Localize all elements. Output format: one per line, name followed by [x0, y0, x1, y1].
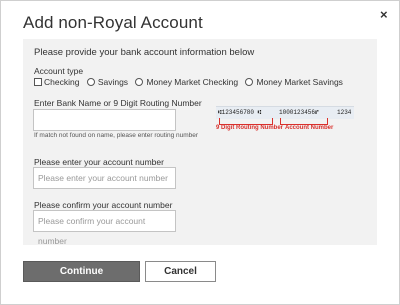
checking-checkbox[interactable] [34, 78, 42, 86]
close-icon[interactable]: × [380, 7, 388, 22]
bank-name-input[interactable] [33, 109, 176, 131]
option-savings[interactable]: Savings [86, 77, 129, 87]
money-market-savings-radio[interactable] [245, 78, 254, 86]
routing-bracket [219, 118, 273, 125]
account-number-input[interactable]: Please enter your account number [33, 167, 176, 189]
savings-radio[interactable] [86, 78, 95, 86]
option-mm-savings-label: Money Market Savings [256, 77, 343, 87]
option-money-market-savings[interactable]: Money Market Savings [245, 77, 343, 87]
add-account-dialog: Add non-Royal Account × Please provide y… [0, 0, 400, 305]
account-number-label: Please enter your account number [34, 157, 164, 167]
bank-info-panel: Please provide your bank account informa… [23, 39, 377, 246]
bank-name-hint: If match not found on name, please enter… [34, 132, 199, 139]
account-number-caption: Account Number [285, 125, 334, 131]
option-checking[interactable]: Checking [34, 77, 79, 87]
option-checking-label: Checking [44, 77, 80, 87]
option-savings-label: Savings [97, 77, 129, 87]
cancel-button[interactable]: Cancel [145, 261, 216, 282]
dialog-title: Add non-Royal Account [23, 13, 203, 32]
bank-name-label: Enter Bank Name or 9 Digit Routing Numbe… [34, 98, 202, 108]
account-type-label: Account type [34, 66, 84, 76]
continue-button[interactable]: Continue [23, 261, 140, 282]
intro-text: Please provide your bank account informa… [34, 47, 255, 58]
check-number-digits: 1234 [337, 109, 352, 116]
money-market-checking-radio[interactable] [135, 78, 144, 86]
option-money-market-checking[interactable]: Money Market Checking [135, 77, 238, 87]
account-type-options: Checking Savings Money Market Checking M… [34, 77, 348, 88]
check-sample-image: ⑆123456780 ⑆ 1000123456⑈ 1234 9 Digit Ro… [216, 106, 354, 136]
confirm-account-input[interactable]: Please confirm your account number [33, 210, 176, 246]
account-bracket [280, 118, 328, 125]
routing-number-caption: 9 Digit Routing Number [216, 125, 283, 131]
option-mm-checking-label: Money Market Checking [146, 77, 239, 87]
confirm-account-label: Please confirm your account number [34, 200, 173, 210]
